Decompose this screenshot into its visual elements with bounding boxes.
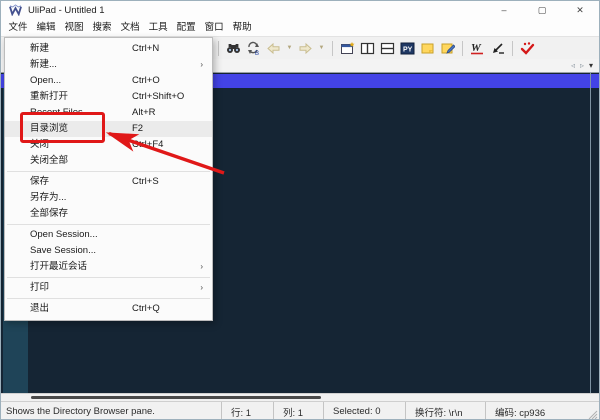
menu-item-label: 保存 bbox=[30, 176, 50, 187]
svg-text:PY: PY bbox=[403, 46, 413, 53]
horizontal-scrollbar[interactable] bbox=[1, 393, 599, 401]
menu-item-label: 新建... bbox=[30, 59, 57, 70]
horizontal-scrollbar-thumb[interactable] bbox=[31, 396, 321, 399]
menubar-item-file[interactable]: 文件 bbox=[4, 19, 32, 36]
menu-item-shortcut: Ctrl+O bbox=[132, 75, 160, 86]
toolbar-separator bbox=[332, 40, 333, 56]
menubar-item-document[interactable]: 文档 bbox=[116, 19, 144, 36]
toolbar-separator bbox=[462, 40, 463, 56]
submenu-arrow-icon: › bbox=[200, 262, 203, 271]
menubar-item-tools[interactable]: 工具 bbox=[144, 19, 172, 36]
frame-window-icon[interactable] bbox=[339, 40, 356, 57]
menu-item-print[interactable]: 打印 › bbox=[5, 280, 212, 296]
split-vertical-icon[interactable] bbox=[359, 40, 376, 57]
statusbar-eol-indicator: 换行符: \r\n bbox=[405, 402, 485, 419]
next-tab-icon[interactable]: ▹ bbox=[580, 59, 584, 72]
menu-item-label: Open Session... bbox=[30, 229, 98, 240]
menu-separator bbox=[7, 224, 210, 225]
menu-item-open-recent-session[interactable]: 打开最近会话 › bbox=[5, 259, 212, 275]
menubar: 文件 编辑 视图 搜索 文档 工具 配置 窗口 帮助 bbox=[1, 19, 599, 36]
menu-item-label: Save Session... bbox=[30, 245, 97, 256]
menubar-item-edit[interactable]: 编辑 bbox=[32, 19, 60, 36]
toolbar-separator bbox=[218, 40, 219, 56]
toolbar-separator bbox=[512, 40, 513, 56]
statusbar-selected-indicator: Selected: 0 bbox=[323, 402, 405, 419]
menu-item-label: 关闭全部 bbox=[30, 155, 69, 166]
file-menu: 新建 Ctrl+N 新建... › Open... Ctrl+O 重新打开 Ctrl+Shif… bbox=[4, 37, 213, 321]
menu-item-save[interactable]: 保存 Ctrl+S bbox=[5, 174, 212, 190]
menu-item-shortcut: Ctrl+N bbox=[132, 43, 160, 54]
editor-edge-line bbox=[590, 73, 591, 393]
menu-item-new[interactable]: 新建 Ctrl+N bbox=[5, 41, 212, 57]
svg-text:B: B bbox=[255, 51, 259, 56]
menubar-item-window[interactable]: 窗口 bbox=[200, 19, 228, 36]
split-horizontal-icon[interactable] bbox=[379, 40, 396, 57]
statusbar-column-indicator: 列: 1 bbox=[273, 402, 323, 419]
goto-line-icon[interactable] bbox=[489, 40, 506, 57]
menu-item-label: 打开最近会话 bbox=[30, 261, 88, 272]
word-wrap-icon[interactable]: W bbox=[469, 40, 486, 57]
titlebar: UliPad - Untitled 1 – ▢ ✕ bbox=[1, 1, 599, 19]
note-icon[interactable] bbox=[419, 40, 436, 57]
menu-item-shortcut: Ctrl+Shift+O bbox=[132, 91, 185, 102]
statusbar-line-indicator: 行: 1 bbox=[221, 402, 273, 419]
menu-separator bbox=[7, 298, 210, 299]
menu-item-label: 打印 bbox=[30, 282, 50, 293]
submenu-arrow-icon: › bbox=[200, 60, 203, 69]
menu-item-shortcut: Ctrl+S bbox=[132, 176, 159, 187]
find-icon[interactable] bbox=[225, 40, 242, 57]
menu-item-open-session[interactable]: Open Session... bbox=[5, 227, 212, 243]
menu-item-label: 重新打开 bbox=[30, 91, 69, 102]
menu-item-save-all[interactable]: 全部保存 bbox=[5, 206, 212, 222]
close-button[interactable]: ✕ bbox=[561, 1, 599, 19]
statusbar: Shows the Directory Browser pane. 行: 1 列:… bbox=[1, 401, 599, 419]
menu-item-shortcut: F2 bbox=[132, 123, 144, 134]
replace-icon[interactable]: B bbox=[245, 40, 262, 57]
menu-separator bbox=[7, 277, 210, 278]
menu-item-save-session[interactable]: Save Session... bbox=[5, 243, 212, 259]
menu-item-reopen[interactable]: 重新打开 Ctrl+Shift+O bbox=[5, 89, 212, 105]
menu-item-shortcut: Ctrl+F4 bbox=[132, 139, 164, 150]
menu-item-save-as[interactable]: 另存为... bbox=[5, 190, 212, 206]
submenu-arrow-icon: › bbox=[200, 283, 203, 292]
edit-note-icon[interactable] bbox=[439, 40, 456, 57]
python-shell-icon[interactable]: PY bbox=[399, 40, 416, 57]
maximize-button[interactable]: ▢ bbox=[523, 1, 561, 19]
forward-dropdown-icon[interactable]: ▼ bbox=[317, 40, 326, 57]
menubar-item-view[interactable]: 视图 bbox=[60, 19, 88, 36]
forward-icon[interactable] bbox=[297, 40, 314, 57]
back-dropdown-icon[interactable]: ▼ bbox=[285, 40, 294, 57]
annotation-highlight-box bbox=[20, 112, 105, 143]
prev-tab-icon[interactable]: ◃ bbox=[571, 59, 575, 72]
menu-item-label: 全部保存 bbox=[30, 208, 69, 219]
resize-grip[interactable] bbox=[584, 402, 599, 419]
menu-item-exit[interactable]: 退出 Ctrl+Q bbox=[5, 301, 212, 317]
spell-check-icon[interactable] bbox=[519, 40, 536, 57]
tab-list-icon[interactable]: ▾ bbox=[589, 59, 593, 72]
ulipad-window: UliPad - Untitled 1 – ▢ ✕ 文件 编辑 视图 搜索 文档 工具 配置… bbox=[0, 0, 600, 420]
menu-item-shortcut: Ctrl+Q bbox=[132, 303, 160, 314]
menubar-item-search[interactable]: 搜索 bbox=[88, 19, 116, 36]
svg-text:W: W bbox=[471, 42, 482, 54]
menu-item-new-from-template[interactable]: 新建... › bbox=[5, 57, 212, 73]
statusbar-message: Shows the Directory Browser pane. bbox=[6, 406, 155, 417]
app-logo-icon bbox=[9, 4, 22, 16]
menu-separator bbox=[7, 171, 210, 172]
menu-item-shortcut: Alt+R bbox=[132, 107, 156, 118]
menu-item-open[interactable]: Open... Ctrl+O bbox=[5, 73, 212, 89]
menubar-item-help[interactable]: 帮助 bbox=[228, 19, 256, 36]
menu-item-close-all[interactable]: 关闭全部 bbox=[5, 153, 212, 169]
back-icon[interactable] bbox=[265, 40, 282, 57]
menu-item-label: 退出 bbox=[30, 303, 50, 314]
statusbar-encoding-indicator: 编码: cp936 bbox=[485, 402, 584, 419]
minimize-button[interactable]: – bbox=[485, 1, 523, 19]
menubar-item-settings[interactable]: 配置 bbox=[172, 19, 200, 36]
window-title: UliPad - Untitled 1 bbox=[28, 4, 105, 16]
menu-item-label: Open... bbox=[30, 75, 62, 86]
menu-item-label: 新建 bbox=[30, 43, 50, 54]
menu-item-label: 另存为... bbox=[30, 192, 67, 203]
